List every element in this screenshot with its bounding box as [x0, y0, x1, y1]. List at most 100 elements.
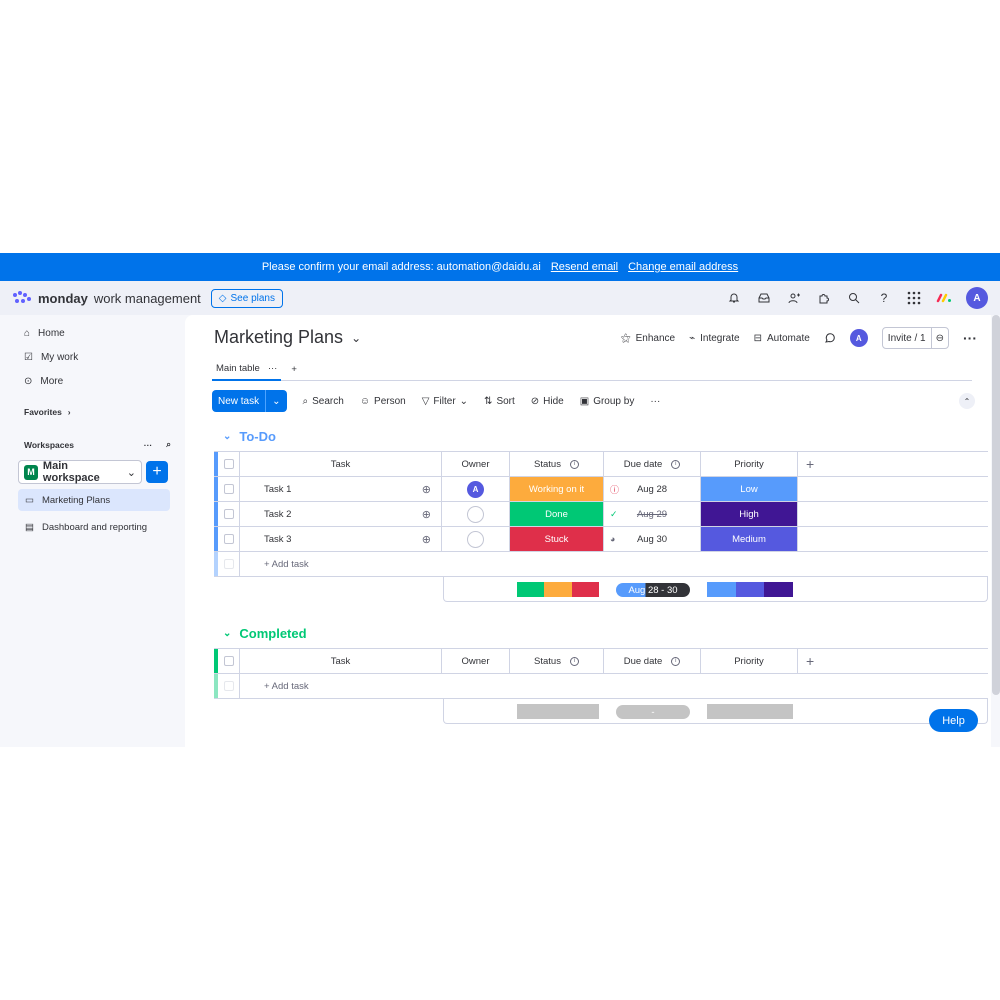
select-all-checkbox[interactable] [218, 649, 240, 673]
row-checkbox[interactable] [218, 502, 240, 526]
bell-icon[interactable] [726, 290, 742, 306]
priority-cell[interactable]: High [701, 502, 798, 526]
copy-link-icon[interactable]: ⊖ [930, 328, 948, 348]
more-options-icon[interactable]: ··· [963, 330, 977, 346]
board-title[interactable]: Marketing Plans ⌄ [214, 327, 361, 348]
priority-summary-bar[interactable] [707, 704, 793, 719]
info-icon[interactable]: i [671, 459, 681, 469]
person-filter-button[interactable]: ☺ Person [360, 396, 406, 407]
vertical-scrollbar[interactable] [992, 315, 1000, 695]
owner-cell[interactable] [442, 502, 510, 526]
more-options-icon[interactable]: ··· [144, 440, 153, 450]
status-cell[interactable]: Done [510, 502, 604, 526]
more-options-icon[interactable]: ··· [268, 363, 278, 374]
column-header-owner[interactable]: Owner [442, 452, 510, 476]
status-summary-bar[interactable] [517, 704, 599, 719]
row-checkbox[interactable] [218, 527, 240, 551]
sidebar-board-marketing-plans[interactable]: ▭ Marketing Plans [18, 489, 170, 511]
add-column-icon[interactable]: + [798, 649, 988, 673]
change-email-link[interactable]: Change email address [628, 261, 738, 273]
task-cell[interactable]: Task 1 ⊕ [240, 477, 442, 501]
user-avatar[interactable]: A [966, 287, 988, 309]
add-task-input[interactable]: + Add task [240, 674, 988, 698]
info-icon[interactable]: i [569, 459, 579, 469]
column-header-priority[interactable]: Priority [701, 452, 798, 476]
resend-email-link[interactable]: Resend email [551, 261, 618, 273]
search-icon[interactable]: ⌕ [166, 439, 171, 450]
status-cell[interactable]: Stuck [510, 527, 604, 551]
chevron-down-icon[interactable]: ⌄ [265, 390, 286, 412]
task-cell[interactable]: Task 2 ⊕ [240, 502, 442, 526]
updates-icon[interactable] [824, 332, 836, 344]
sidebar-item-home[interactable]: ⌂ Home [14, 321, 171, 345]
column-header-owner[interactable]: Owner [442, 649, 510, 673]
due-date-cell[interactable]: ⓘ Aug 28 [604, 477, 701, 501]
workspace-name: Main workspace [42, 460, 100, 484]
info-icon[interactable]: i [569, 656, 579, 666]
column-header-due-date[interactable]: Due date i [604, 452, 701, 476]
new-task-button[interactable]: New task ⌄ [212, 390, 287, 412]
column-header-task[interactable]: Task [240, 452, 442, 476]
product-switcher-icon[interactable] [906, 290, 922, 306]
filter-button[interactable]: ▽ Filter ⌄ [422, 396, 468, 407]
favorites-header[interactable]: Favorites › [14, 407, 171, 417]
integrate-button[interactable]: ⌁ Integrate [689, 333, 740, 344]
sort-button[interactable]: ⇅ Sort [484, 396, 515, 407]
owner-cell[interactable] [442, 527, 510, 551]
inbox-icon[interactable] [756, 290, 772, 306]
info-icon[interactable]: i [671, 656, 681, 666]
due-date-summary[interactable]: Aug 28 - 30 [616, 583, 690, 597]
workspace-selector[interactable]: M Main workspace ⌄ [18, 460, 142, 484]
column-header-status[interactable]: Status i [510, 452, 604, 476]
add-column-icon[interactable]: + [798, 452, 988, 476]
column-header-due-date[interactable]: Due date i [604, 649, 701, 673]
column-header-status[interactable]: Status i [510, 649, 604, 673]
column-header-priority[interactable]: Priority [701, 649, 798, 673]
search-icon[interactable] [846, 290, 862, 306]
sidebar-item-my-work[interactable]: ☑ My work [14, 345, 171, 369]
group-by-button[interactable]: ▣ Group by [580, 396, 635, 407]
apps-puzzle-icon[interactable] [816, 290, 832, 306]
due-date-cell[interactable]: ◕ Aug 30 [604, 527, 701, 551]
app-logo[interactable]: monday work management [12, 291, 201, 306]
add-update-icon[interactable]: ⊕ [422, 483, 431, 496]
select-all-checkbox[interactable] [218, 452, 240, 476]
task-cell[interactable]: Task 3 ⊕ [240, 527, 442, 551]
board-label: Dashboard and reporting [41, 521, 148, 533]
board-member-avatar[interactable]: A [849, 329, 868, 347]
due-date-summary[interactable]: - [616, 705, 690, 719]
priority-cell[interactable]: Medium [701, 527, 798, 551]
due-date-cell[interactable]: ✓ Aug 29 [604, 502, 701, 526]
hide-button[interactable]: ⊘ Hide [531, 396, 564, 407]
column-header-task[interactable]: Task [240, 649, 442, 673]
see-plans-button[interactable]: ◇ See plans [210, 288, 283, 308]
add-workspace-item-button[interactable]: + [146, 461, 168, 483]
invite-button[interactable]: Invite / 1 ⊖ [881, 327, 949, 349]
priority-cell[interactable]: Low [701, 477, 798, 501]
automate-button[interactable]: ⊟ Automate [754, 333, 810, 344]
more-options-icon[interactable]: ··· [650, 396, 660, 407]
collapse-header-icon[interactable]: ⌃ [959, 393, 975, 409]
invite-members-icon[interactable] [786, 290, 802, 306]
status-summary-bar[interactable] [517, 582, 599, 597]
sidebar-item-more[interactable]: ⊙ More [14, 369, 171, 393]
enhance-button[interactable]: ⚝ Enhance [621, 333, 675, 344]
add-view-icon[interactable]: + [291, 364, 297, 375]
help-button[interactable]: Help [929, 709, 978, 732]
sidebar-item-label: My work [40, 351, 79, 363]
add-update-icon[interactable]: ⊕ [422, 508, 431, 521]
group-title-completed[interactable]: ⌄ Completed [223, 626, 307, 641]
help-icon[interactable]: ? [876, 290, 892, 306]
owner-cell[interactable]: A [442, 477, 510, 501]
status-cell[interactable]: Working on it [510, 477, 604, 501]
chevron-down-icon: ⌄ [459, 395, 469, 407]
row-checkbox[interactable] [218, 477, 240, 501]
search-button[interactable]: ⌕ Search [303, 396, 344, 407]
add-update-icon[interactable]: ⊕ [422, 533, 431, 546]
add-task-input[interactable]: + Add task [240, 552, 988, 576]
table-row: Task 1 ⊕ A Working on it ⓘ Aug 28 Low [214, 477, 988, 502]
tab-main-table[interactable]: Main table ··· [212, 359, 282, 381]
priority-summary-bar[interactable] [707, 582, 794, 597]
sidebar-board-dashboard[interactable]: ▤ Dashboard and reporting [18, 516, 170, 538]
group-title-todo[interactable]: ⌄ To-Do [223, 429, 276, 444]
